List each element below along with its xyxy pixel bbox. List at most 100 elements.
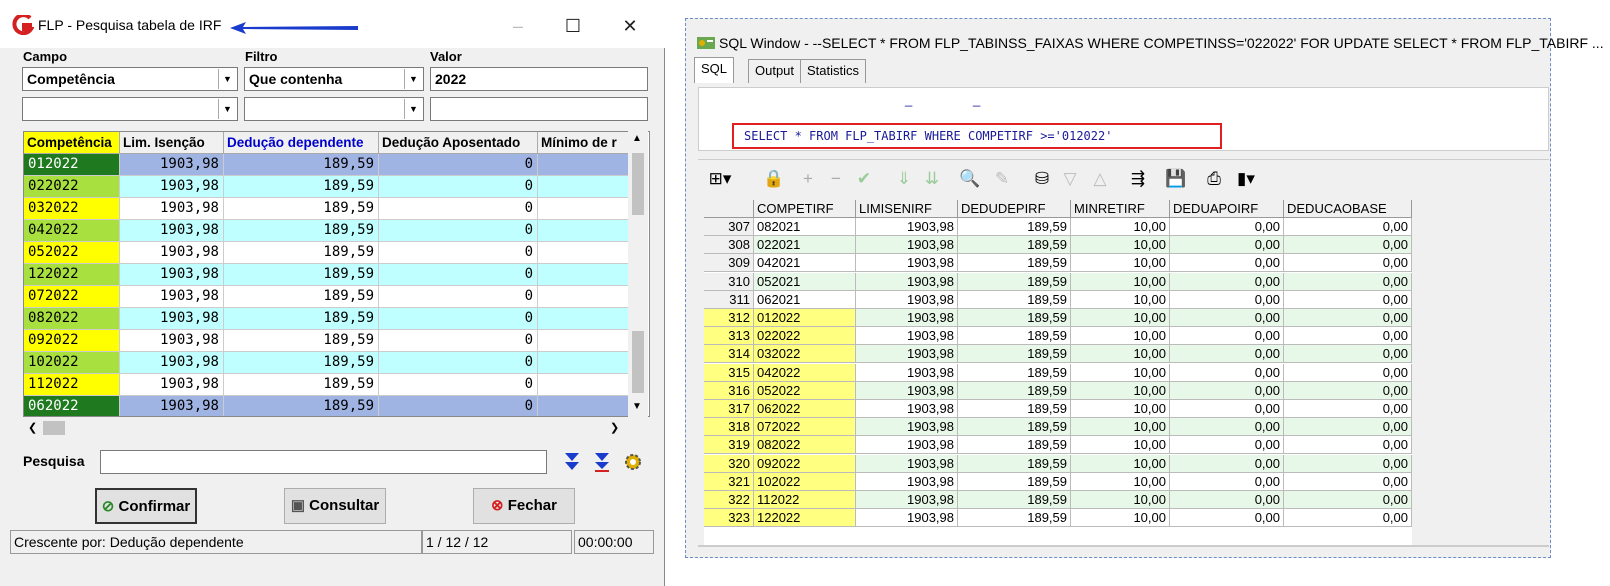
column-header[interactable]: DEDUCAOBASE bbox=[1284, 200, 1412, 218]
results-grid[interactable]: Competência Lim. Isenção Dedução dependent… bbox=[23, 131, 650, 417]
export-icon[interactable]: ⇶ bbox=[1126, 166, 1150, 192]
campo2-select[interactable]: ▼ bbox=[22, 97, 238, 121]
column-header[interactable]: LIMISENIRF bbox=[856, 200, 958, 218]
find-icon[interactable]: 🔍 bbox=[958, 166, 982, 192]
valor-input[interactable]: 2022 bbox=[430, 67, 648, 91]
add-record-icon[interactable]: + bbox=[796, 166, 820, 192]
delete-record-icon[interactable]: − bbox=[824, 166, 848, 192]
table-row[interactable]: 310 052021 1903,98 189,59 10,00 0,00 0,00 bbox=[704, 272, 1412, 291]
table-row[interactable]: 092022 1903,98 189,59 0 bbox=[24, 330, 633, 352]
column-header[interactable]: COMPETIRF bbox=[754, 200, 856, 218]
table-row[interactable]: 072022 1903,98 189,59 0 bbox=[24, 286, 633, 308]
filter-down-icon[interactable]: ⇓ bbox=[892, 166, 916, 192]
table-cell: 0,00 bbox=[1170, 381, 1284, 400]
triangle-up-icon[interactable]: △ bbox=[1088, 166, 1112, 192]
table-row[interactable]: 315 042022 1903,98 189,59 10,00 0,00 0,00 bbox=[704, 363, 1412, 382]
table-row[interactable]: 318 072022 1903,98 189,59 10,00 0,00 0,00 bbox=[704, 418, 1412, 437]
table-row[interactable]: 102022 1903,98 189,59 0 bbox=[24, 352, 633, 374]
sort-desc-line-icon[interactable] bbox=[593, 451, 611, 473]
minimize-button[interactable]: – bbox=[498, 12, 538, 40]
tab-statistics[interactable]: Statistics bbox=[800, 59, 867, 83]
table-row[interactable]: 317 062022 1903,98 189,59 10,00 0,00 0,00 bbox=[704, 400, 1412, 418]
table-row[interactable]: 122022 1903,98 189,59 0 bbox=[24, 264, 633, 286]
column-header[interactable]: DEDUAPOIRF bbox=[1170, 200, 1284, 218]
table-row[interactable]: 311 062021 1903,98 189,59 10,00 0,00 0,00 bbox=[704, 290, 1412, 309]
grid-icon[interactable]: ⊞▾ bbox=[708, 166, 732, 192]
scroll-thumb[interactable] bbox=[632, 153, 644, 215]
table-cell: 189,59 bbox=[958, 290, 1071, 309]
pesquisa-input[interactable] bbox=[100, 450, 547, 474]
table-row[interactable]: 112022 1903,98 189,59 0 bbox=[24, 374, 633, 396]
chevron-down-icon[interactable]: ▼ bbox=[404, 99, 422, 119]
clear-icon[interactable]: ✎ bbox=[990, 166, 1014, 192]
table-cell: 1903,98 bbox=[856, 381, 958, 400]
table-row[interactable]: 042022 1903,98 189,59 0 bbox=[24, 220, 633, 242]
column-header[interactable]: Dedução Aposentado bbox=[379, 132, 538, 154]
lock-icon[interactable]: 🔒 bbox=[762, 166, 786, 192]
chart-icon[interactable]: ▮▾ bbox=[1234, 166, 1258, 192]
grid-corner[interactable] bbox=[704, 200, 754, 218]
filtro2-select[interactable]: ▼ bbox=[244, 97, 424, 121]
table-row[interactable]: 319 082022 1903,98 189,59 10,00 0,00 0,00 bbox=[704, 436, 1412, 455]
table-row[interactable]: 062022 1903,98 189,59 0 bbox=[24, 396, 633, 416]
sql-query[interactable]: SELECT * FROM FLP_TABIRF WHERE COMPETIRF… bbox=[744, 129, 1112, 143]
close-button[interactable]: ✕ bbox=[610, 12, 650, 40]
filter-clear-icon[interactable]: ⇊ bbox=[920, 166, 944, 192]
valor2-input[interactable] bbox=[430, 97, 648, 121]
table-row[interactable]: 032022 1903,98 189,59 0 bbox=[24, 198, 633, 220]
chevron-down-icon[interactable]: ▼ bbox=[218, 99, 236, 119]
column-header[interactable]: Competência bbox=[24, 132, 120, 154]
confirmar-button[interactable]: ⊘ Confirmar bbox=[95, 488, 197, 524]
table-row[interactable]: 082022 1903,98 189,59 0 bbox=[24, 308, 633, 330]
chevron-left-icon[interactable]: ❮ bbox=[28, 421, 37, 434]
gear-icon[interactable] bbox=[622, 451, 644, 473]
maximize-button[interactable]: ☐ bbox=[553, 12, 593, 40]
filtro-select[interactable]: Que contenha ▼ bbox=[244, 67, 424, 91]
consultar-button[interactable]: ▣ Consultar bbox=[284, 488, 386, 524]
chevron-down-icon[interactable]: ▼ bbox=[218, 69, 236, 89]
table-cell bbox=[538, 154, 633, 176]
sort-desc-icon[interactable] bbox=[563, 451, 581, 473]
table-row[interactable]: 312 012022 1903,98 189,59 10,00 0,00 0,00 bbox=[704, 309, 1412, 327]
table-row[interactable]: 307 082021 1903,98 189,59 10,00 0,00 0,00 bbox=[704, 218, 1412, 236]
tab-sql[interactable]: SQL bbox=[694, 57, 735, 83]
scroll-thumb[interactable] bbox=[43, 421, 65, 435]
column-header[interactable]: Lim. Isenção bbox=[120, 132, 224, 154]
table-row[interactable]: 321 102022 1903,98 189,59 10,00 0,00 0,00 bbox=[704, 472, 1412, 491]
chevron-down-icon[interactable]: ▼ bbox=[632, 401, 642, 412]
table-row[interactable]: 022022 1903,98 189,59 0 bbox=[24, 176, 633, 198]
tab-output[interactable]: Output bbox=[748, 59, 802, 83]
column-header[interactable]: Dedução dependente bbox=[224, 132, 379, 154]
table-row[interactable]: 052022 1903,98 189,59 0 bbox=[24, 242, 633, 264]
triangle-down-icon[interactable]: ▽ bbox=[1058, 166, 1082, 192]
row-number: 316 bbox=[704, 381, 754, 400]
query-icon[interactable]: ⛁ bbox=[1030, 166, 1054, 192]
column-header[interactable]: Mínimo de r bbox=[538, 132, 633, 154]
table-row[interactable]: 323 122022 1903,98 189,59 10,00 0,00 0,00 bbox=[704, 509, 1412, 528]
status-sort: Crescente por: Dedução dependente bbox=[10, 530, 422, 554]
campo-select[interactable]: Competência ▼ bbox=[22, 67, 238, 91]
table-row[interactable]: 314 032022 1903,98 189,59 10,00 0,00 0,00 bbox=[704, 345, 1412, 364]
sql-results-grid[interactable]: COMPETIRF LIMISENIRF DEDUDEPIRF MINRETIRF DE… bbox=[704, 200, 1412, 546]
table-row[interactable]: 308 022021 1903,98 189,59 10,00 0,00 0,00 bbox=[704, 236, 1412, 255]
table-row[interactable]: 320 092022 1903,98 189,59 10,00 0,00 0,00 bbox=[704, 454, 1412, 473]
table-row[interactable]: 012022 1903,98 189,59 0 bbox=[24, 154, 633, 176]
vertical-scrollbar[interactable]: ▲ ▼ bbox=[628, 131, 648, 417]
chevron-down-icon[interactable]: ▼ bbox=[404, 69, 422, 89]
print-icon[interactable]: ⎙ bbox=[1202, 166, 1226, 192]
table-row[interactable]: 313 022022 1903,98 189,59 10,00 0,00 0,00 bbox=[704, 327, 1412, 346]
table-row[interactable]: 322 112022 1903,98 189,59 10,00 0,00 0,00 bbox=[704, 491, 1412, 509]
horizontal-scrollbar[interactable]: ❮ ❯ bbox=[23, 417, 628, 439]
save-icon[interactable]: 💾 bbox=[1164, 166, 1188, 192]
scroll-thumb[interactable] bbox=[632, 331, 644, 393]
table-cell: 0,00 bbox=[1284, 400, 1412, 418]
post-icon[interactable]: ✔ bbox=[852, 166, 876, 192]
table-cell: 0,00 bbox=[1170, 491, 1284, 509]
table-row[interactable]: 316 052022 1903,98 189,59 10,00 0,00 0,00 bbox=[704, 381, 1412, 400]
table-row[interactable]: 309 042021 1903,98 189,59 10,00 0,00 0,00 bbox=[704, 254, 1412, 273]
column-header[interactable]: DEDUDEPIRF bbox=[958, 200, 1071, 218]
chevron-up-icon[interactable]: ▲ bbox=[632, 133, 642, 144]
chevron-right-icon[interactable]: ❯ bbox=[610, 421, 619, 434]
fechar-button[interactable]: ⊗ Fechar bbox=[473, 488, 575, 524]
column-header[interactable]: MINRETIRF bbox=[1071, 200, 1170, 218]
